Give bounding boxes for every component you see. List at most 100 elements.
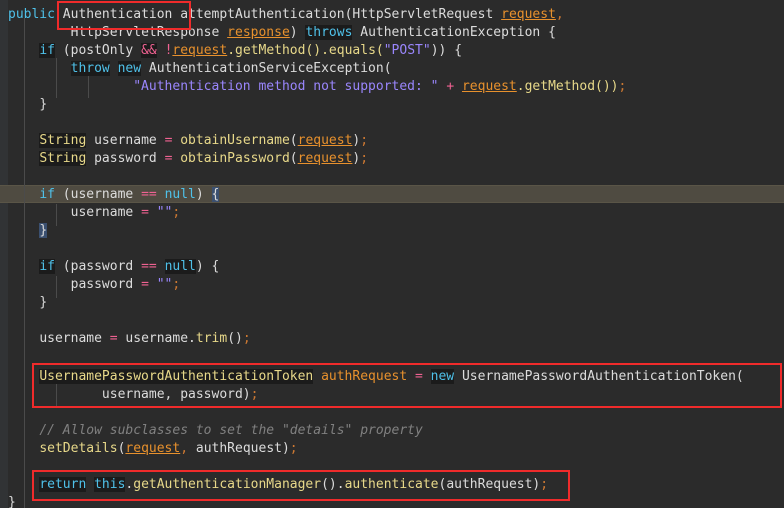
token-param-request: request (125, 441, 181, 456)
token-semicolon: ; (360, 133, 369, 148)
token-paren-close: )) (430, 43, 447, 58)
token-string-post: "POST" (383, 43, 431, 58)
token-keyword-this: this (94, 477, 126, 492)
token-string-empty: "" (156, 277, 173, 292)
token-var-password: password (70, 277, 134, 292)
token-brace-open-matched: { (211, 187, 220, 202)
token-semicolon: ; (618, 79, 627, 94)
code-line-1[interactable]: public Authentication attemptAuthenticat… (8, 6, 564, 24)
token-semicolon: ; (172, 205, 181, 220)
token-operator-assign: = (415, 369, 423, 384)
code-line-8[interactable]: String username = obtainUsername(request… (8, 132, 368, 150)
code-line-17[interactable]: } (8, 294, 47, 312)
token-semicolon: ; (172, 277, 181, 292)
code-line-9[interactable]: String password = obtainPassword(request… (8, 150, 368, 168)
token-paren-open: ( (62, 187, 71, 202)
token-brace-close: } (8, 495, 16, 508)
token-paren-close: ) (195, 187, 204, 202)
code-line-16[interactable]: password = ""; (8, 276, 181, 294)
code-line-3[interactable]: if (postOnly && !request.getMethod().equ… (8, 42, 462, 60)
token-arg-auth-request: authRequest (446, 477, 533, 492)
token-operator-plus: + (446, 79, 455, 94)
token-keyword-if: if (39, 43, 55, 58)
token-ctor-username-password-token: UsernamePasswordAuthenticationToken (461, 369, 736, 384)
code-line-6[interactable]: } (8, 96, 47, 114)
token-keyword-new: new (430, 369, 455, 384)
token-brace-close: } (39, 295, 48, 310)
code-line-22[interactable]: username, password); (8, 386, 259, 404)
token-parens: (). (321, 477, 345, 492)
token-keyword-throw: throw (70, 61, 110, 76)
code-line-4[interactable]: throw new AuthenticationServiceException… (8, 60, 392, 78)
token-var-username: username (94, 133, 157, 148)
token-keyword-if: if (39, 187, 55, 202)
token-semicolon: ; (250, 387, 259, 402)
code-line-5[interactable]: "Authentication method not supported: " … (8, 78, 626, 96)
token-ctor-args: username, password) (101, 387, 251, 402)
code-line-11[interactable]: if (username == null) { (8, 186, 220, 204)
token-paren-open: ( (289, 151, 298, 166)
token-paren-open: ( (289, 133, 298, 148)
token-var-password: password (94, 151, 157, 166)
token-operator-assign: = (109, 331, 118, 346)
token-semicolon: ; (540, 477, 549, 492)
token-paren-open: ( (383, 61, 392, 76)
token-parens: () (227, 331, 243, 346)
code-line-15[interactable]: if (password == null) { (8, 258, 219, 276)
token-type-username-password-token: UsernamePasswordAuthenticationToken (39, 369, 314, 384)
token-string-empty: "" (156, 205, 173, 220)
token-type-auth-service-exception: AuthenticationServiceException (148, 61, 384, 76)
token-keyword-return: return (39, 477, 87, 492)
token-param-request: request (461, 79, 517, 94)
token-comment: // Allow subclasses to set the "details"… (39, 423, 423, 438)
token-operator-assign: = (141, 277, 149, 292)
token-paren-close: ) (195, 259, 204, 274)
token-param-request: request (297, 151, 353, 166)
code-line-27[interactable]: return this.getAuthenticationManager().a… (8, 476, 548, 494)
token-method-get-authentication-manager: getAuthenticationManager (133, 477, 322, 492)
token-paren-open: ( (735, 369, 744, 384)
token-param-request: request (501, 7, 556, 22)
token-keyword-null: null (164, 259, 196, 274)
token-var-username: username (70, 205, 134, 220)
token-arg-auth-request: authRequest (195, 441, 282, 456)
token-var-username-receiver: username. (125, 331, 196, 346)
token-var-post-only: postOnly (70, 43, 134, 58)
token-method-obtain-username: obtainUsername (180, 133, 290, 148)
code-line-2[interactable]: HttpServletResponse response) throws Aut… (8, 24, 556, 42)
token-paren-close: ) (281, 441, 290, 456)
code-line-12[interactable]: username = ""; (8, 204, 181, 222)
token-operator-and: && (141, 43, 157, 58)
code-line-21[interactable]: UsernamePasswordAuthenticationToken auth… (8, 368, 744, 386)
token-param-response: response (227, 25, 290, 40)
code-line-13[interactable]: } (8, 222, 48, 240)
token-string-message: "Authentication method not supported: " (133, 79, 439, 94)
token-semicolon: ; (242, 331, 251, 346)
token-paren-open: ( (62, 43, 71, 58)
code-line-24[interactable]: // Allow subclasses to set the "details"… (8, 422, 423, 440)
token-operator-equals: == (141, 259, 157, 274)
token-var-username: username (39, 331, 102, 346)
code-line-25[interactable]: setDetails(request, authRequest); (8, 440, 298, 458)
token-method-set-details: setDetails (39, 441, 118, 456)
token-type-authentication: Authentication (62, 7, 173, 22)
token-method-obtain-password: obtainPassword (180, 151, 290, 166)
token-type-string: String (39, 133, 87, 148)
token-param-request: request (172, 43, 228, 58)
token-method-call-chain: .getMethod().equals( (227, 43, 384, 58)
editor-gutter (0, 0, 8, 508)
token-brace-open: { (454, 43, 463, 58)
code-editor[interactable]: public Authentication attemptAuthenticat… (0, 0, 784, 508)
token-paren-close: ) (289, 25, 298, 40)
token-type-http-servlet-response: HttpServletResponse (70, 25, 220, 40)
token-semicolon: ; (289, 441, 298, 456)
code-line-19[interactable]: username = username.trim(); (8, 330, 251, 348)
token-keyword-throws: throws (305, 25, 353, 40)
token-method-trim: trim (195, 331, 228, 346)
code-line-28[interactable]: } (8, 494, 16, 508)
token-brace-open: { (211, 259, 220, 274)
token-method-authenticate: authenticate (344, 477, 439, 492)
token-keyword-null: null (164, 187, 196, 202)
token-method-name: attemptAuthentication (180, 7, 345, 22)
token-type-auth-exception: AuthenticationException (360, 25, 541, 40)
